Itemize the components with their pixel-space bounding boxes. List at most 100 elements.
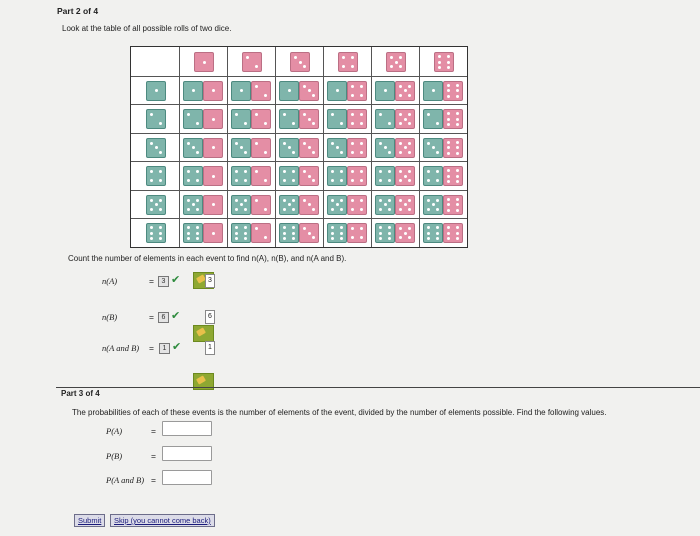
pip [283,113,286,117]
pip [235,141,238,145]
die-face-2 [242,52,262,73]
die-face-6 [443,80,463,101]
pip [438,55,441,59]
pip [408,93,411,97]
pip [303,65,306,69]
pip [456,208,459,212]
pip [292,231,295,235]
pip [427,207,430,211]
pip [340,237,343,241]
pip [196,150,199,154]
pip [456,169,459,173]
pip [388,150,391,154]
pip [283,226,286,230]
n-a-equals: = [149,276,154,286]
die-face-4 [231,166,251,187]
n-a-and-b-equals: = [149,343,154,353]
grid-line [227,47,228,247]
pip [255,170,258,174]
pip [408,227,411,231]
pip [436,231,439,235]
pip [427,113,430,117]
checkmark-icon: ✔ [172,341,182,353]
die-face-4 [347,194,367,215]
pip [283,179,286,183]
die-face-5 [146,194,166,215]
pip [239,203,243,207]
pip [331,113,334,117]
pip [456,174,459,178]
pip [187,170,190,174]
pip [312,236,315,240]
pip [379,226,382,230]
pip [379,179,382,183]
pip [388,231,391,235]
die-face-2 [231,109,251,130]
pip [399,65,402,69]
pip [342,65,345,69]
pip [150,179,153,183]
pip [244,207,247,211]
pip [244,122,247,126]
pip [187,226,190,230]
pip [331,231,334,235]
die-face-4 [347,109,367,130]
p-a-and-b-input[interactable] [162,470,212,485]
pip [196,179,199,183]
pip [447,66,450,70]
pip [388,122,391,126]
die-face-3 [231,137,251,158]
answer-key-icon[interactable] [193,325,214,342]
pip [360,227,363,231]
pip [456,94,459,98]
die-face-2 [279,109,299,130]
part-3-instruction: The probabilities of each of these event… [72,408,607,417]
pip [456,112,459,116]
die-face-5 [279,194,299,215]
p-a-input[interactable] [162,421,212,436]
dice-table [130,46,468,248]
p-b-input[interactable] [162,446,212,461]
pip [351,93,354,97]
pip [388,237,391,241]
pip [244,170,247,174]
die-face-1 [375,80,395,101]
pip [292,207,295,211]
die-face-1 [327,80,347,101]
pip [235,226,238,230]
pip [390,65,393,69]
pip [408,198,411,202]
die-face-5 [395,194,415,215]
pip [456,197,459,201]
pencil-icon [196,375,206,385]
die-face-6 [146,223,166,244]
pip [187,237,190,241]
pip [150,170,153,174]
skip-button[interactable]: Skip (you cannot come back) [110,514,215,527]
die-face-1 [231,80,251,101]
pip [351,198,354,202]
die-face-5 [386,52,406,73]
pip [235,113,238,117]
die-face-6 [443,194,463,215]
pip [360,113,363,117]
pip [447,174,450,178]
pip [447,117,450,121]
pip [408,207,411,211]
pip [447,112,450,116]
pip [150,237,153,241]
pip [360,84,363,88]
submit-button[interactable]: Submit [74,514,106,527]
pip [264,207,267,211]
die-face-2 [183,109,203,130]
die-face-3 [299,223,319,244]
pip [399,198,402,202]
pip [264,150,267,154]
die-face-6 [443,109,463,130]
pip [456,83,459,87]
die-face-1 [203,137,223,158]
pip [403,203,407,207]
p-b-equals: = [151,451,156,461]
pip [379,231,382,235]
pip [403,117,407,121]
